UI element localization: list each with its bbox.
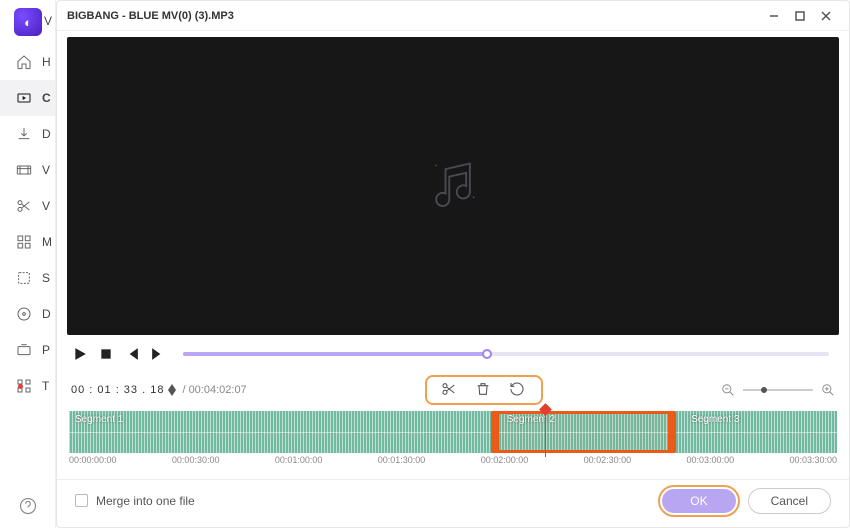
- sidebar-item-home[interactable]: H: [0, 44, 55, 80]
- sidebar-item-cut[interactable]: V: [0, 188, 55, 224]
- reset-button[interactable]: [509, 381, 527, 399]
- preview-area: [67, 37, 839, 335]
- zoom-controls: [721, 383, 835, 397]
- next-frame-button[interactable]: [149, 345, 167, 363]
- delete-button[interactable]: [475, 381, 493, 399]
- sidebar-letter: V: [44, 14, 52, 28]
- zoom-out-button[interactable]: [721, 383, 735, 397]
- ok-button[interactable]: OK: [662, 489, 735, 513]
- zoom-slider[interactable]: [743, 389, 813, 391]
- progress-thumb[interactable]: [482, 349, 492, 359]
- selection-box[interactable]: [491, 411, 675, 453]
- time-ruler: 00:00:00:00 00:00:30:00 00:01:00:00 00:0…: [69, 455, 837, 473]
- edit-tools-highlight: [425, 375, 543, 405]
- playback-controls: [57, 335, 849, 373]
- total-time: / 00:04:02:07: [182, 384, 246, 396]
- sidebar-item-player[interactable]: P: [0, 332, 55, 368]
- sidebar: ◐ V H C D V V M S D P T: [0, 0, 56, 528]
- help-button[interactable]: [0, 484, 55, 528]
- merge-label: Merge into one file: [96, 494, 195, 508]
- selection-handle-right[interactable]: [668, 411, 676, 453]
- merge-checkbox[interactable]: [75, 494, 88, 507]
- cut-button[interactable]: [441, 381, 459, 399]
- current-time-input[interactable]: 00 : 01 : 33 . 18: [71, 384, 176, 396]
- titlebar: BIGBANG - BLUE MV(0) (3).MP3: [57, 1, 849, 31]
- sidebar-item-download[interactable]: D: [0, 116, 55, 152]
- footer: Merge into one file OK Cancel: [57, 479, 849, 521]
- sidebar-item-converter[interactable]: C: [0, 80, 55, 116]
- stop-button[interactable]: [97, 345, 115, 363]
- play-button[interactable]: [71, 345, 89, 363]
- maximize-button[interactable]: [787, 5, 813, 27]
- waveform[interactable]: Segment 1 Segment 2 Segment 3: [69, 411, 837, 453]
- playhead[interactable]: [545, 407, 546, 457]
- cancel-button[interactable]: Cancel: [748, 488, 831, 514]
- time-step-down[interactable]: [168, 390, 176, 396]
- minimize-button[interactable]: [761, 5, 787, 27]
- selection-handle-left[interactable]: [491, 411, 499, 453]
- close-button[interactable]: [813, 5, 839, 27]
- window-title: BIGBANG - BLUE MV(0) (3).MP3: [67, 10, 234, 22]
- sidebar-item-video[interactable]: V: [0, 152, 55, 188]
- app-logo: ◐ V: [0, 0, 56, 44]
- sidebar-item-toolbox[interactable]: T: [0, 368, 55, 404]
- segment-3-label: Segment 3: [691, 414, 739, 425]
- sidebar-item-screen[interactable]: S: [0, 260, 55, 296]
- prev-frame-button[interactable]: [123, 345, 141, 363]
- time-bar: 00 : 01 : 33 . 18 / 00:04:02:07: [57, 373, 849, 407]
- progress-bar[interactable]: [183, 352, 829, 356]
- music-note-icon: [423, 156, 483, 216]
- editor-panel: BIGBANG - BLUE MV(0) (3).MP3 00 : 01 : 3…: [56, 0, 850, 528]
- notification-dot: [18, 384, 23, 389]
- zoom-in-button[interactable]: [821, 383, 835, 397]
- sidebar-item-merge[interactable]: M: [0, 224, 55, 260]
- timeline[interactable]: Segment 1 Segment 2 Segment 3 00:00:00:0…: [69, 411, 837, 473]
- sidebar-item-disc[interactable]: D: [0, 296, 55, 332]
- segment-1-label: Segment 1: [75, 414, 123, 425]
